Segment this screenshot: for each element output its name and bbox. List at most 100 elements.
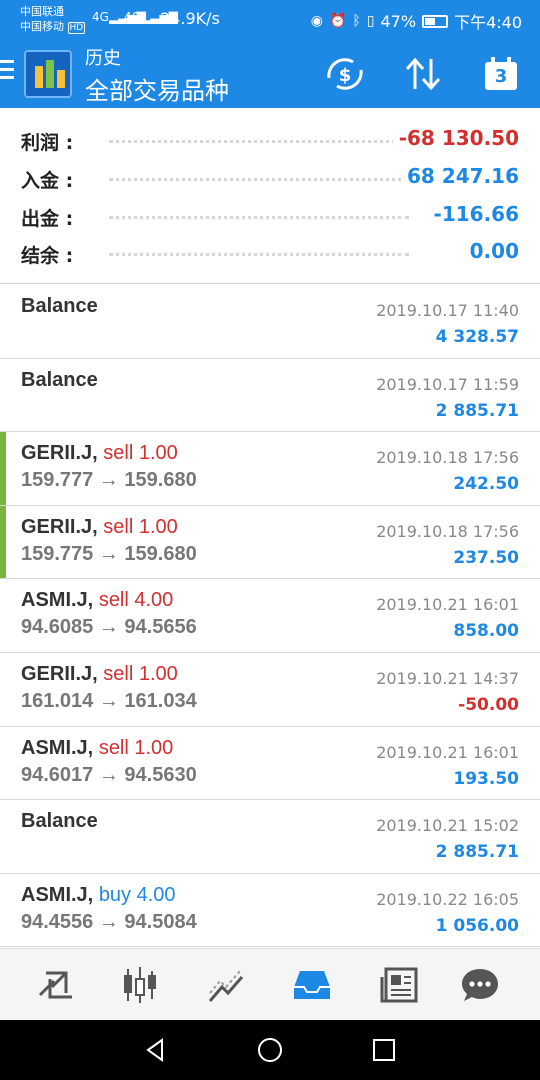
list-item[interactable]: Balance 2019.10.21 15:02 2 885.71 — [0, 800, 540, 874]
list-item[interactable]: GERII.J, sell 1.00 159.777 → 159.680 201… — [0, 432, 540, 506]
dotted-leader — [109, 140, 409, 143]
eye-icon: ◉ — [310, 13, 323, 29]
list-item[interactable]: ASMI.J, sell 4.00 94.6085 → 94.5656 2019… — [0, 579, 540, 653]
alarm-icon: ⏰ — [328, 13, 347, 29]
deal-date: 2019.10.17 11:59 — [376, 374, 519, 394]
deal-profit: 2 885.71 — [435, 842, 519, 863]
status-right: ◉ ⏰ ᛒ ▯ 47% 下午4:40 — [311, 9, 522, 33]
home-icon[interactable] — [254, 1034, 286, 1066]
summary-profit-row: 利润 : -68 130.50 — [21, 122, 519, 160]
calendar-icon[interactable]: 3 — [481, 54, 521, 94]
deal-symbol: Balance — [21, 810, 98, 833]
summary-balance-row: 结余 : 0.00 — [21, 235, 519, 273]
sort-icon[interactable] — [402, 54, 444, 94]
list-item[interactable]: ASMI.J, sell 1.00 94.6017 → 94.5630 2019… — [0, 727, 540, 801]
deal-action: sell 4.00 — [98, 589, 174, 612]
back-icon[interactable] — [139, 1034, 171, 1066]
deal-symbol: ASMI.J, sell 4.00 — [21, 589, 174, 612]
deal-prices: 94.6085 → 94.5656 — [21, 616, 197, 639]
deal-action: buy 4.00 — [98, 883, 176, 906]
page-title[interactable]: 全部交易品种 — [85, 71, 229, 106]
history-icon[interactable] — [290, 963, 334, 1007]
deal-prices: 159.777 → 159.680 — [21, 469, 197, 492]
deal-symbol: Balance — [21, 368, 98, 391]
balance-label: 结余 : — [21, 241, 80, 268]
page-subtitle: 历史 — [85, 48, 121, 69]
clock: 下午4:40 — [454, 13, 522, 32]
deal-symbol: GERII.J, sell 1.00 — [21, 515, 178, 538]
deal-profit: 858.00 — [453, 621, 519, 642]
net-speed: 24.9K/s — [160, 9, 220, 28]
bluetooth-icon: ᛒ — [352, 13, 361, 29]
hd-badge: HD — [67, 22, 86, 34]
battery-icon — [422, 14, 449, 28]
deposit-value: 68 247.16 — [401, 164, 519, 188]
app-logo — [24, 50, 72, 98]
deal-action: sell 1.00 — [103, 442, 178, 465]
deal-action: sell 1.00 — [98, 736, 174, 759]
trade-icon[interactable] — [204, 963, 248, 1007]
bottom-nav — [0, 948, 540, 1020]
dotted-leader — [109, 178, 409, 181]
deal-date: 2019.10.17 11:40 — [376, 301, 519, 320]
deal-profit: 237.50 — [453, 547, 519, 568]
list-item[interactable]: Balance 2019.10.17 11:59 2 885.71 — [0, 359, 540, 433]
status-bar: 中国联通 中国移动 HD 4G▂▃▅▇ 4G▂▃▅▇ 24.9K/s ◉ ⏰ ᛒ… — [0, 0, 540, 40]
quotes-icon[interactable] — [34, 963, 78, 1007]
list-item[interactable]: GERII.J, sell 1.00 159.775 → 159.680 201… — [0, 505, 540, 580]
app-bar: 历史 全部交易品种 $ 3 — [0, 40, 540, 108]
deal-prices: 159.775 → 159.680 — [21, 542, 197, 565]
deal-date: 2019.10.21 15:02 — [376, 816, 519, 836]
deposit-label: 入金 : — [21, 166, 80, 193]
vibrate-icon: ▯ — [366, 13, 375, 29]
deal-symbol: ASMI.J, sell 1.00 — [21, 736, 174, 759]
deal-profit: -50.00 — [458, 694, 519, 715]
deal-profit: 2 885.71 — [435, 400, 519, 421]
recents-icon[interactable] — [368, 1034, 400, 1066]
svg-text:$: $ — [339, 65, 352, 86]
deal-profit: 193.50 — [453, 768, 519, 789]
deal-prices: 94.4556 → 94.5084 — [21, 910, 197, 933]
carrier-2: 中国移动 — [20, 20, 64, 33]
deal-symbol: GERII.J, sell 1.00 — [21, 442, 178, 465]
calendar-day: 3 — [494, 66, 508, 87]
list-item[interactable]: GERII.J, sell 1.00 161.014 → 161.034 201… — [0, 653, 540, 727]
carrier-info: 中国联通 中国移动 HD — [20, 4, 86, 36]
deal-symbol: GERII.J, sell 1.00 — [21, 662, 178, 685]
news-icon[interactable] — [378, 963, 422, 1007]
deal-date: 2019.10.21 16:01 — [376, 595, 519, 615]
list-item[interactable]: Balance 2019.10.17 11:40 4 328.57 — [0, 285, 540, 359]
dotted-leader — [109, 253, 409, 256]
chart-icon[interactable] — [118, 963, 162, 1007]
deal-date: 2019.10.18 17:56 — [376, 448, 519, 468]
selection-accent — [0, 432, 6, 505]
deal-profit: 242.50 — [453, 474, 519, 495]
chat-icon[interactable] — [458, 963, 502, 1007]
deal-prices: 94.6017 → 94.5630 — [21, 763, 197, 786]
selection-accent — [0, 505, 6, 579]
withdraw-value: -116.66 — [427, 202, 519, 226]
currency-exchange-icon[interactable]: $ — [322, 54, 368, 94]
carrier-1: 中国联通 — [20, 5, 64, 18]
deal-symbol: Balance — [21, 295, 98, 317]
deals-list: Balance 2019.10.17 11:40 4 328.57 Balanc… — [0, 285, 540, 948]
dotted-leader — [109, 216, 409, 219]
withdraw-label: 出金 : — [21, 204, 80, 231]
summary-deposit-row: 入金 : 68 247.16 — [21, 160, 519, 198]
deal-action: sell 1.00 — [103, 662, 178, 685]
deal-date: 2019.10.21 16:01 — [376, 742, 519, 762]
deal-symbol: ASMI.J, buy 4.00 — [21, 883, 176, 906]
deal-date: 2019.10.18 17:56 — [376, 521, 519, 541]
deal-action: sell 1.00 — [103, 515, 178, 538]
battery-percent: 47% — [380, 11, 417, 31]
profit-label: 利润 : — [21, 128, 80, 155]
list-item[interactable]: ASMI.J, buy 4.00 94.4556 → 94.5084 2019.… — [0, 874, 540, 948]
summary-withdraw-row: 出金 : -116.66 — [21, 198, 519, 236]
system-nav-bar — [0, 1020, 540, 1080]
deal-profit: 4 328.57 — [435, 327, 519, 347]
balance-value: 0.00 — [463, 239, 519, 263]
history-summary: 利润 : -68 130.50 入金 : 68 247.16 出金 : -116… — [0, 120, 540, 284]
deal-prices: 161.014 → 161.034 — [21, 689, 197, 712]
menu-icon[interactable] — [0, 60, 14, 82]
deal-date: 2019.10.22 16:05 — [376, 889, 519, 909]
